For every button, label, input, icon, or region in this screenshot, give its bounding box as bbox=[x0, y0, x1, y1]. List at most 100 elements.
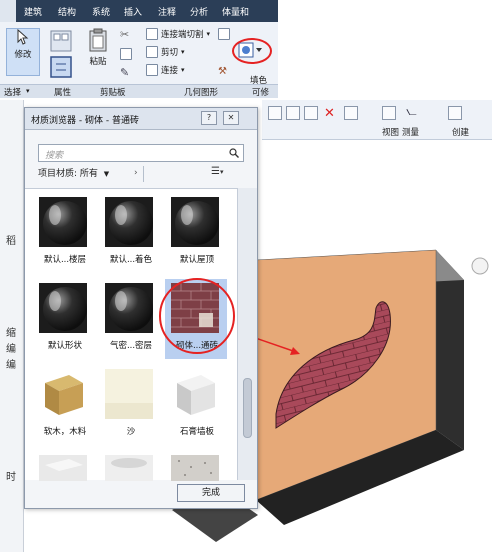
mirror-icon[interactable] bbox=[304, 106, 318, 120]
material-sphere-thumbnail bbox=[171, 197, 219, 247]
hammer-icon: ⚒ bbox=[218, 66, 227, 77]
tab-analyze[interactable]: 分析 bbox=[190, 5, 208, 18]
material-tile[interactable] bbox=[165, 451, 227, 481]
material-label: 气密...密层 bbox=[109, 341, 153, 351]
material-grid-scrollbar[interactable] bbox=[237, 188, 257, 480]
cut-geometry-icon bbox=[146, 46, 158, 58]
dialog-titlebar[interactable]: 材质浏览器 - 砌体 - 普通砖 ? ✕ bbox=[25, 108, 257, 130]
left-panel-strip: 稻 缩 编 编 时 bbox=[0, 100, 24, 552]
match-type-button[interactable]: ✎ bbox=[120, 66, 129, 79]
material-tile[interactable]: 软木，木料 bbox=[33, 365, 95, 445]
scrollbar-thumb[interactable] bbox=[243, 378, 252, 438]
material-label: 默认形状 bbox=[47, 341, 82, 351]
material-sphere-thumbnail bbox=[105, 283, 153, 333]
material-filter-dropdown[interactable]: 项目材质: 所有 ▼ › bbox=[38, 166, 144, 182]
copy-button[interactable] bbox=[120, 48, 132, 60]
left-panel-char: 编 bbox=[6, 360, 16, 371]
material-label: 默认屋顶 bbox=[179, 255, 214, 265]
modify-label: 修改 bbox=[14, 50, 32, 60]
material-tile[interactable]: 气密...密层 bbox=[99, 279, 161, 359]
cut-geometry-button[interactable]: 剪切 ▾ bbox=[146, 46, 185, 58]
type-properties-button[interactable] bbox=[50, 30, 72, 52]
join-geometry-button[interactable]: 连接 ▾ bbox=[146, 64, 185, 76]
brush-icon: ✎ bbox=[120, 66, 130, 79]
delete-icon[interactable]: ✕ bbox=[324, 106, 335, 121]
join-cut-button[interactable]: 连接端切割 ▾ bbox=[146, 28, 210, 40]
material-label: 石膏墙板 bbox=[179, 427, 214, 437]
wood-cube-thumbnail bbox=[39, 369, 87, 419]
measure-group-label: 测量 bbox=[402, 128, 420, 138]
material-label: 沙 bbox=[126, 427, 136, 437]
properties-palette-button[interactable] bbox=[50, 56, 72, 78]
search-input[interactable]: 搜索 bbox=[38, 144, 244, 162]
join-geometry-icon bbox=[146, 64, 158, 76]
tab-systems[interactable]: 系统 bbox=[92, 5, 110, 18]
material-tile[interactable]: 默认...楼层 bbox=[33, 193, 95, 273]
group-clipboard: 剪贴板 bbox=[100, 88, 126, 98]
group-geometry: 几何图形 bbox=[184, 88, 219, 98]
split-face-icon bbox=[218, 28, 230, 40]
demolish-button[interactable]: ⚒ bbox=[218, 66, 227, 77]
app-menu-button[interactable] bbox=[0, 0, 16, 22]
clipboard-icon bbox=[89, 28, 107, 52]
material-tile[interactable]: 石膏墙板 bbox=[165, 365, 227, 445]
group-select[interactable]: 选择 bbox=[4, 86, 21, 98]
material-label: 默认...着色 bbox=[109, 255, 153, 265]
create-group-icon[interactable] bbox=[448, 106, 462, 120]
view-options-button[interactable]: ☰▾ bbox=[211, 166, 223, 177]
annotation-circle-brick bbox=[159, 278, 235, 354]
tab-insert[interactable]: 插入 bbox=[124, 5, 142, 18]
material-sphere-thumbnail bbox=[39, 197, 87, 247]
offset-icon[interactable] bbox=[286, 106, 300, 120]
material-tile[interactable]: 默认形状 bbox=[33, 279, 95, 359]
cursor-arrow-icon bbox=[17, 29, 29, 45]
tab-massing[interactable]: 体量和 bbox=[222, 5, 249, 18]
ribbon-group-labels: 选择 ▾ 属性 剪贴板 几何图形 可修 bbox=[0, 84, 278, 98]
filter-label: 项目材质: 所有 bbox=[38, 169, 98, 179]
done-button[interactable]: 完成 bbox=[177, 484, 245, 502]
group-properties: 属性 bbox=[54, 88, 72, 98]
sand-thumbnail bbox=[105, 369, 153, 419]
chevron-down-icon: ▾ bbox=[26, 87, 30, 95]
close-button[interactable]: ✕ bbox=[223, 111, 239, 125]
chevron-down-icon: ▾ bbox=[219, 168, 224, 176]
material-tile[interactable]: 默认屋顶 bbox=[165, 193, 227, 273]
secondary-toolbar: ✕ 视图 ⦦ 测量 创建 bbox=[262, 100, 492, 140]
material-label: 软木，木料 bbox=[43, 427, 87, 437]
tab-annotate[interactable]: 注释 bbox=[158, 5, 176, 18]
left-panel-char: 缩 bbox=[6, 328, 16, 339]
left-panel-char: 时 bbox=[6, 472, 16, 483]
material-tile[interactable]: 默认...着色 bbox=[99, 193, 161, 273]
paste-button[interactable]: 粘贴 bbox=[88, 28, 108, 67]
chevron-down-icon: ▼ bbox=[103, 170, 110, 178]
copy-icon bbox=[120, 48, 132, 60]
tab-structure[interactable]: 结构 bbox=[58, 5, 76, 18]
chevron-down-icon: ▾ bbox=[206, 30, 211, 38]
help-button[interactable]: ? bbox=[201, 111, 217, 125]
chevron-down-icon: ▾ bbox=[181, 48, 185, 56]
annotation-circle-paint bbox=[232, 38, 272, 64]
navigation-wheel-icon[interactable] bbox=[471, 257, 489, 275]
material-tile[interactable]: 沙 bbox=[99, 365, 161, 445]
scissors-icon: ✂ bbox=[120, 28, 130, 41]
dimension-icon[interactable]: ⦦ bbox=[406, 104, 417, 119]
view-group-label: 视图 bbox=[382, 128, 400, 138]
split-face-button[interactable] bbox=[218, 28, 230, 40]
join-cut-icon bbox=[146, 28, 158, 40]
tab-architecture[interactable]: 建筑 bbox=[24, 5, 42, 18]
left-panel-char: 编 bbox=[6, 344, 16, 355]
cut-button[interactable]: ✂ bbox=[120, 28, 129, 41]
align-icon[interactable] bbox=[268, 106, 282, 120]
join-geometry-label: 连接 bbox=[161, 66, 179, 76]
pin-icon[interactable] bbox=[344, 106, 358, 120]
paste-label: 粘贴 bbox=[89, 57, 107, 67]
grey-cube-thumbnail bbox=[39, 455, 87, 481]
search-placeholder: 搜索 bbox=[45, 151, 64, 161]
material-tile[interactable] bbox=[33, 451, 95, 481]
grey-cylinder-thumbnail bbox=[105, 455, 153, 481]
material-tile[interactable] bbox=[99, 451, 161, 481]
modify-button[interactable]: 修改 bbox=[6, 28, 40, 76]
view-icon[interactable] bbox=[382, 106, 396, 120]
search-icon[interactable] bbox=[229, 148, 239, 158]
ribbon: 建筑 结构 系统 插入 注释 分析 体量和 修改 粘贴 ✂ ✎ 连接端切割 ▾ … bbox=[0, 0, 278, 98]
